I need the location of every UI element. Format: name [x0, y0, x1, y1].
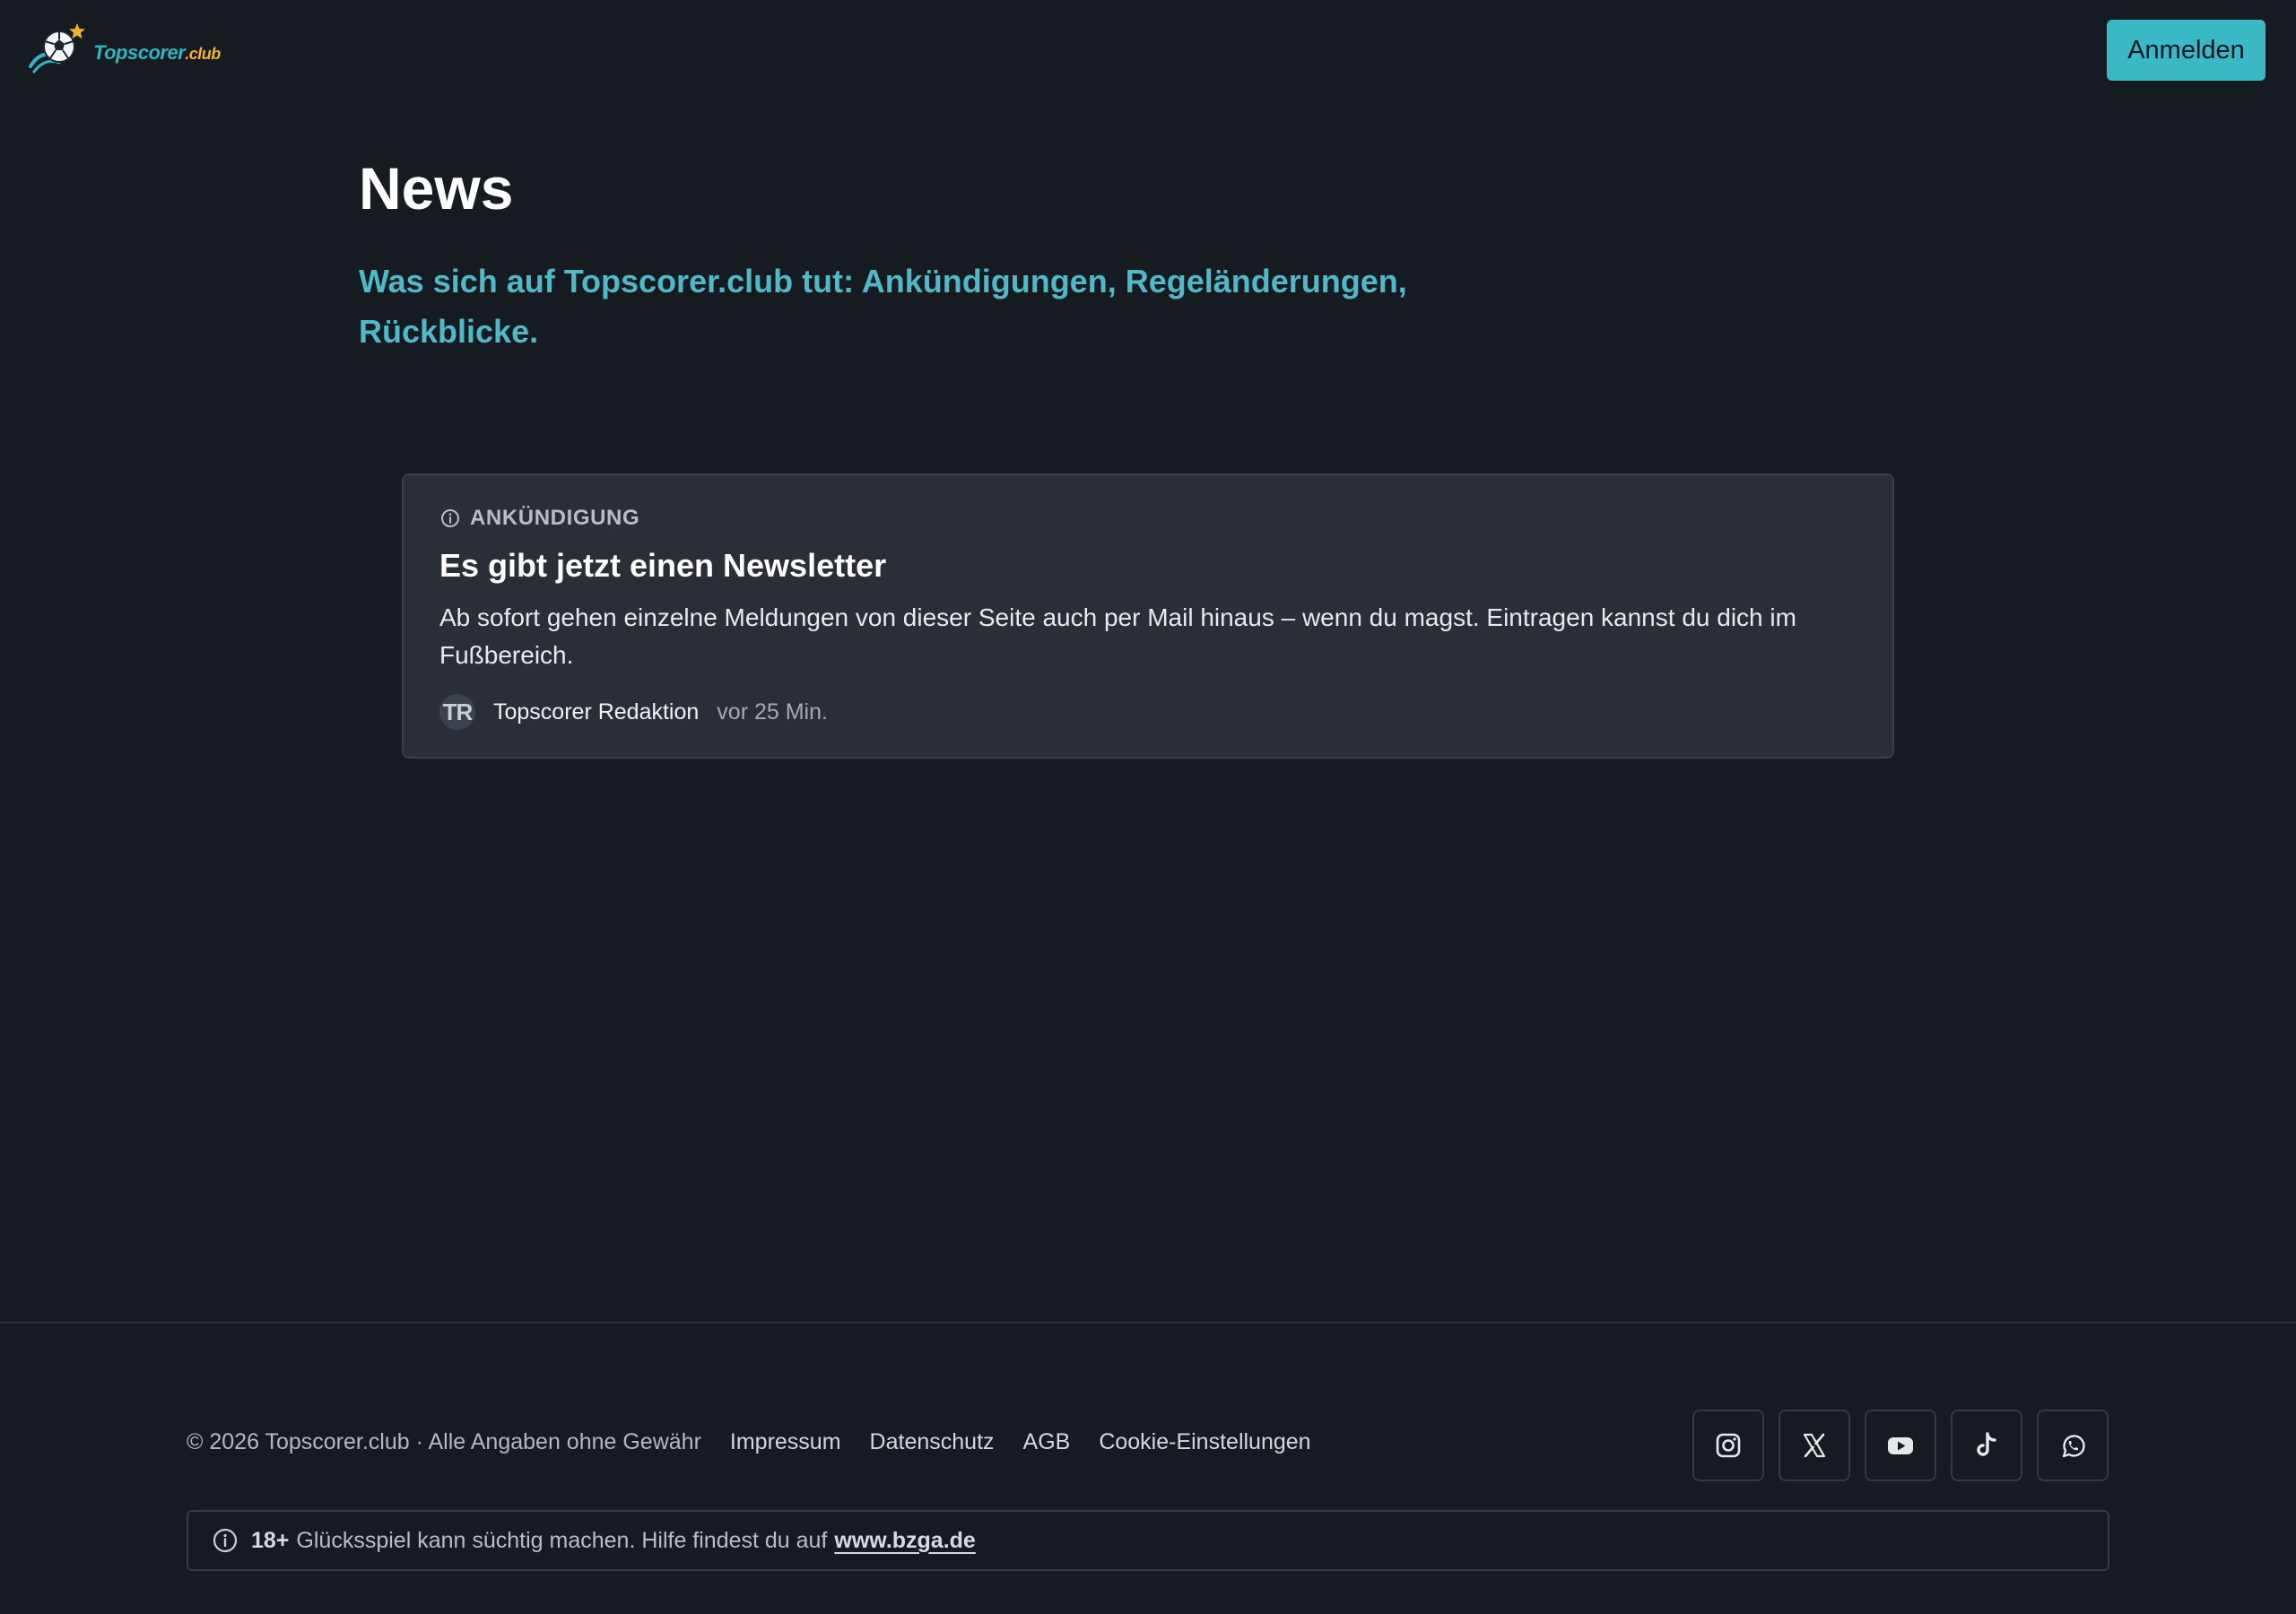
info-icon	[213, 1528, 238, 1553]
instagram-icon	[1716, 1433, 1741, 1458]
news-meta: TR Topscorer Redaktion vor 25 Min.	[439, 694, 828, 730]
whatsapp-button[interactable]	[2037, 1410, 2109, 1481]
x-icon	[1803, 1433, 1826, 1458]
instagram-button[interactable]	[1692, 1410, 1764, 1481]
soccer-ball-logo-icon	[29, 23, 85, 74]
tiktok-icon	[1977, 1432, 1996, 1456]
age-restriction-label: 18+	[251, 1527, 290, 1553]
news-category: ANKÜNDIGUNG	[439, 506, 639, 531]
author-avatar: TR	[439, 694, 475, 730]
gambling-notice: 18+ Glücksspiel kann süchtig machen. Hil…	[187, 1510, 2109, 1571]
news-timestamp: vor 25 Min.	[717, 699, 828, 725]
x-button[interactable]	[1779, 1410, 1850, 1481]
youtube-icon	[1888, 1437, 1913, 1454]
page: Topscorer.club Anmelden News Was sich au…	[0, 0, 2296, 1614]
copyright: © 2026 Topscorer.club · Alle Angaben ohn…	[187, 1429, 701, 1454]
news-body: Ab sofort gehen einzelne Meldungen von d…	[439, 603, 1796, 669]
footer-link-impressum[interactable]: Impressum	[730, 1429, 841, 1455]
news-category-label: ANKÜNDIGUNG	[470, 506, 640, 530]
social-links	[1692, 1410, 2109, 1481]
notice-text: Glücksspiel kann süchtig machen. Hilfe f…	[296, 1527, 828, 1553]
footer-link-agb[interactable]: AGB	[1023, 1429, 1071, 1455]
page-title: News	[359, 155, 514, 221]
footer-link-cookie-settings[interactable]: Cookie-Einstellungen	[1099, 1429, 1310, 1455]
footer-links: © 2026 Topscorer.club · Alle Angaben ohn…	[187, 1429, 1311, 1455]
logo-text: Topscorer.club	[93, 41, 221, 64]
youtube-button[interactable]	[1865, 1410, 1936, 1481]
news-card[interactable]: ANKÜNDIGUNG Es gibt jetzt einen Newslett…	[402, 473, 1894, 759]
login-button[interactable]: Anmelden	[2107, 20, 2266, 81]
info-icon	[441, 509, 459, 527]
bzga-link[interactable]: www.bzga.de	[834, 1528, 975, 1554]
footer-divider	[0, 1322, 2296, 1323]
header: Topscorer.club Anmelden	[0, 0, 2296, 100]
tiktok-button[interactable]	[1951, 1410, 2022, 1481]
news-title[interactable]: Es gibt jetzt einen Newsletter	[439, 547, 886, 585]
logo[interactable]: Topscorer.club	[27, 22, 221, 77]
author-name: Topscorer Redaktion	[493, 699, 700, 725]
whatsapp-icon	[2062, 1435, 2085, 1458]
page-subtitle: Was sich auf Topscorer.club tut: Ankündi…	[359, 263, 1407, 350]
footer-link-datenschutz[interactable]: Datenschutz	[870, 1429, 995, 1455]
